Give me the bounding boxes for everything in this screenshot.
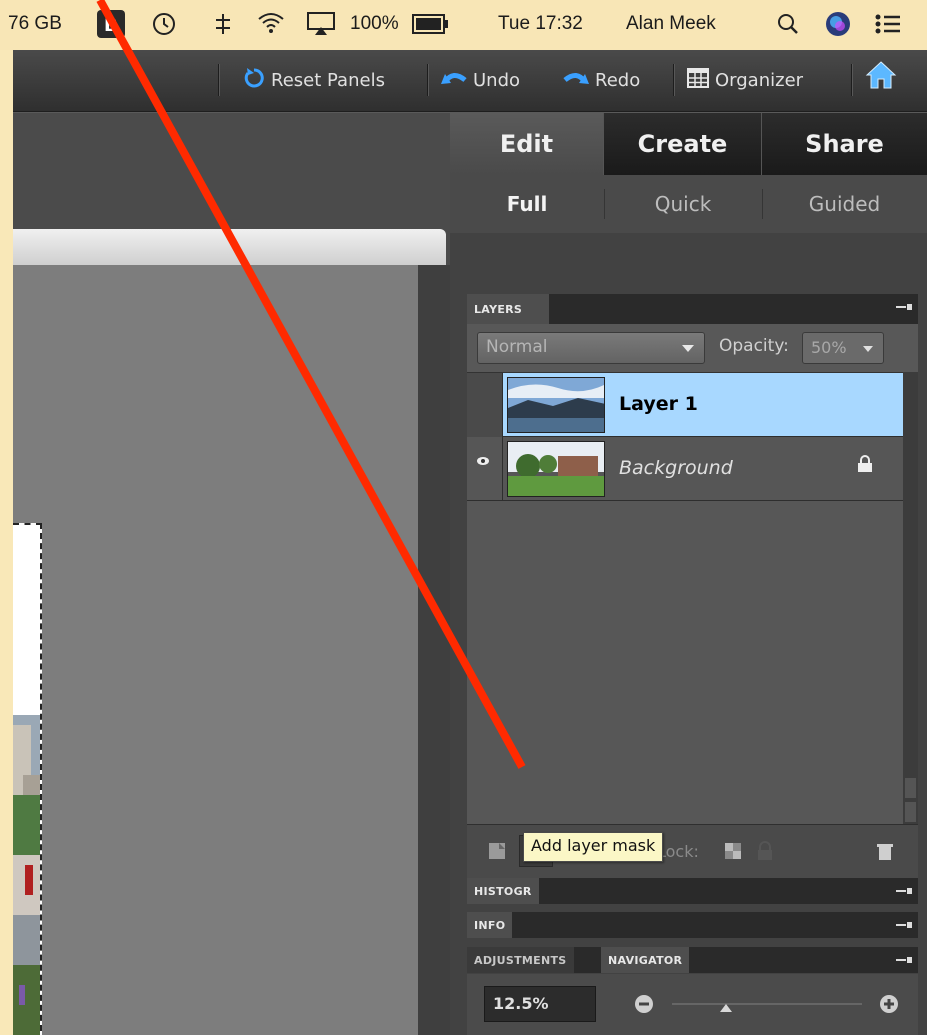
reset-icon (243, 67, 265, 94)
panel-bin: Edit Create Share Full Quick Guided LAYE… (450, 113, 927, 1035)
lock-transparency-icon[interactable] (723, 841, 743, 861)
reset-panels-label: Reset Panels (271, 69, 385, 91)
image-canvas-selection[interactable] (13, 523, 42, 1035)
blend-mode-select[interactable]: Normal (477, 332, 705, 364)
layer-thumbnail (507, 377, 605, 433)
layer-row-background[interactable]: Background (467, 437, 903, 501)
reset-panels-button[interactable]: Reset Panels (243, 67, 385, 93)
info-panel-tab[interactable]: INFO (467, 912, 513, 938)
visibility-toggle[interactable] (467, 437, 503, 501)
layer-name: Layer 1 (619, 393, 698, 415)
organizer-label: Organizer (715, 69, 804, 91)
zoom-slider-track[interactable] (672, 1003, 862, 1005)
edit-subtabs: Full Quick Guided (450, 175, 927, 233)
new-layer-icon[interactable] (487, 841, 507, 861)
application-bar: Reset Panels Undo Redo Organizer (13, 50, 927, 112)
undo-icon (441, 68, 467, 93)
clock-label[interactable]: Tue 17:32 (498, 13, 583, 35)
eye-icon (477, 457, 489, 465)
chevron-down-icon (863, 346, 873, 352)
undo-button[interactable]: Undo (441, 67, 520, 93)
spotlight-search-icon[interactable] (776, 12, 800, 36)
battery-percent-label: 100% (350, 13, 399, 34)
layers-scrollbar[interactable] (903, 372, 918, 824)
battery-icon[interactable] (412, 12, 450, 36)
lock-all-icon[interactable] (755, 841, 775, 861)
visibility-toggle[interactable] (467, 373, 503, 437)
redo-label: Redo (595, 69, 641, 91)
home-button[interactable] (865, 60, 897, 90)
home-icon (865, 60, 897, 95)
adjustments-panel-tab[interactable]: ADJUSTMENTS (467, 947, 574, 973)
add-layer-mask-tooltip: Add layer mask (523, 832, 664, 862)
airplay-icon[interactable] (306, 11, 336, 37)
panel-menu-icon[interactable] (896, 302, 912, 312)
canvas-background[interactable] (13, 265, 418, 1035)
organizer-grid-icon (687, 67, 709, 94)
lock-icon (858, 455, 872, 472)
separator (851, 64, 852, 96)
panel-menu-icon[interactable] (896, 920, 912, 930)
organizer-button[interactable]: Organizer (687, 67, 803, 93)
zoom-out-icon[interactable] (634, 994, 654, 1014)
separator (673, 64, 674, 96)
panel-divider[interactable] (418, 265, 450, 1035)
layers-panel-header: LAYERS (467, 294, 918, 324)
panel-menu-icon[interactable] (896, 955, 912, 965)
redo-icon (563, 68, 589, 93)
redo-button[interactable]: Redo (563, 67, 640, 93)
notification-center-icon[interactable] (874, 12, 902, 36)
wifi-icon[interactable] (256, 10, 286, 36)
scroll-up-button[interactable] (905, 778, 916, 798)
user-name-label[interactable]: Alan Meek (626, 13, 716, 35)
opacity-label: Opacity: (719, 336, 789, 356)
document-area (13, 113, 450, 1035)
zoom-value: 12.5% (493, 994, 549, 1013)
siri-icon[interactable] (824, 10, 852, 38)
layer-thumbnail (507, 441, 605, 497)
histogram-panel-header: HISTOGR (467, 878, 918, 904)
opacity-value: 50% (811, 338, 847, 357)
histogram-panel-tab[interactable]: HISTOGR (467, 878, 539, 904)
bluetooth-icon[interactable]: B (96, 9, 126, 39)
blend-mode-value: Normal (486, 337, 548, 357)
layer-name: Background (619, 457, 733, 479)
time-machine-icon[interactable] (150, 10, 178, 38)
separator (218, 64, 219, 96)
menu-bar: 76 GB B 100% Tue 17:32 Alan Meek (0, 0, 927, 50)
panel-menu-icon[interactable] (896, 886, 912, 896)
scroll-down-button[interactable] (905, 802, 916, 822)
mode-tabs: Edit Create Share (450, 113, 927, 175)
zoom-in-icon[interactable] (879, 994, 899, 1014)
adjustments-navigator-header: ADJUSTMENTS NAVIGATOR (467, 947, 918, 973)
chevron-down-icon (682, 345, 694, 352)
tab-edit[interactable]: Edit (450, 113, 604, 175)
subtab-quick[interactable]: Quick (604, 175, 762, 233)
zoom-field[interactable]: 12.5% (484, 986, 596, 1022)
layers-panel-tab[interactable]: LAYERS (467, 294, 549, 324)
undo-label: Undo (473, 69, 521, 91)
sync-icon[interactable] (212, 12, 234, 36)
tab-share[interactable]: Share (762, 113, 927, 175)
tab-create[interactable]: Create (604, 113, 762, 175)
subtab-full[interactable]: Full (450, 175, 604, 233)
layer-row-layer-1[interactable]: Layer 1 (467, 373, 903, 437)
photoshop-elements-window: Reset Panels Undo Redo Organizer Edit Cr… (13, 50, 927, 1035)
navigator-panel-tab[interactable]: NAVIGATOR (601, 947, 690, 973)
document-tab[interactable] (13, 229, 446, 265)
navigator-panel-body: 12.5% (467, 974, 918, 1035)
info-panel-header: INFO (467, 912, 918, 938)
subtab-guided[interactable]: Guided (762, 175, 927, 233)
lock-label: Lock: (657, 842, 699, 861)
opacity-field[interactable]: 50% (802, 332, 884, 364)
layer-list: Layer 1 Background (467, 372, 903, 824)
layers-panel-body: Normal Opacity: 50% Layer 1 Background (467, 324, 918, 824)
zoom-slider-thumb[interactable] (720, 1004, 732, 1012)
separator (427, 64, 428, 96)
svg-text:B: B (104, 15, 118, 36)
disk-space-label: 76 GB (8, 13, 62, 34)
delete-layer-icon[interactable] (875, 841, 895, 861)
